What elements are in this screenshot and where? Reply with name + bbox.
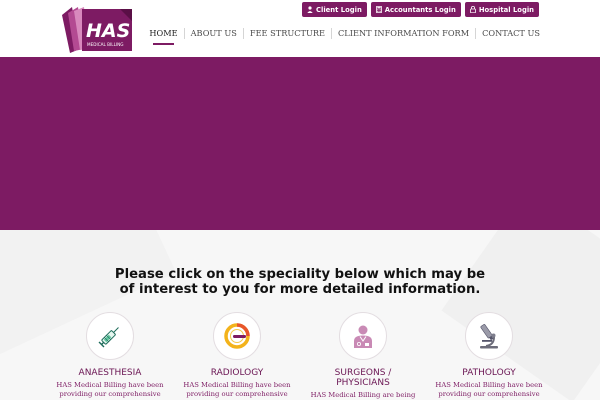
speciality-description-line: HAS Medical Billing are being [310,391,416,399]
speciality-description: HAS Medical Billing have been providing … [50,381,170,399]
client-login-label: Client Login [316,5,362,14]
calculator-icon [375,6,382,13]
speciality-radiology[interactable]: RADIOLOGY HAS Medical Billing have been … [177,312,297,399]
speciality-description: HAS Medical Billing have been providing … [429,381,549,399]
has-logo-graphic: HAS MEDICAL BILLING [62,7,132,53]
nav-fee-structure[interactable]: FEE STRUCTURE [244,28,333,39]
user-icon [307,6,313,13]
hospital-login-button[interactable]: Hospital Login [464,2,539,17]
hospital-login-label: Hospital Login [478,5,534,14]
speciality-description: HAS Medical Billing are being [303,391,423,400]
accountants-login-label: Accountants Login [384,5,456,14]
scanner-icon [224,323,250,349]
speciality-description-line: HAS Medical Billing have been [56,381,164,389]
headline-line-2: of interest to you for more detailed inf… [119,282,481,297]
has-logo[interactable]: HAS MEDICAL BILLING [60,5,135,53]
speciality-title-line: PHYSICIANS [336,378,390,388]
hero-banner [0,57,600,230]
lock-icon [470,6,476,13]
logo-text: HAS [86,20,130,42]
speciality-icon-circle [339,312,387,360]
nav-home[interactable]: HOME [149,28,185,45]
speciality-title: RADIOLOGY [177,368,297,378]
speciality-title: SURGEONS / PHYSICIANS [303,368,423,388]
speciality-title: ANAESTHESIA [50,368,170,378]
speciality-description: HAS Medical Billing have been providing … [177,381,297,399]
speciality-description-line: HAS Medical Billing have been [435,381,543,389]
speciality-description-line: providing our comprehensive [59,390,161,398]
speciality-pathology[interactable]: PATHOLOGY HAS Medical Billing have been … [429,312,549,399]
syringe-icon [98,327,119,348]
speciality-description-line: HAS Medical Billing have been [183,381,291,389]
speciality-icon-circle [86,312,134,360]
speciality-icon-circle [213,312,261,360]
microscope-icon [480,324,498,349]
doctor-icon [354,325,372,348]
nav-client-information-form[interactable]: CLIENT INFORMATION FORM [332,28,477,39]
nav-contact-us[interactable]: CONTACT US [476,28,540,39]
site-header: HAS MEDICAL BILLING Client Login Account… [0,0,600,57]
logo-subtext: MEDICAL BILLING [87,42,124,47]
main-nav: HOME ABOUT US FEE STRUCTURE CLIENT INFOR… [149,28,540,45]
headline-line-1: Please click on the speciality below whi… [114,267,486,282]
accountants-login-button[interactable]: Accountants Login [370,2,461,17]
page-headline: Please click on the speciality below whi… [0,267,600,297]
speciality-description-line: providing our comprehensive [186,390,288,398]
speciality-surgeons-physicians[interactable]: SURGEONS / PHYSICIANS HAS Medical Billin… [303,312,423,400]
speciality-title: PATHOLOGY [429,368,549,378]
speciality-title-line: ANAESTHESIA [78,368,142,378]
speciality-description-line: providing our comprehensive [438,390,540,398]
speciality-title-line: PATHOLOGY [462,368,516,378]
speciality-title-line: SURGEONS / [334,368,392,378]
speciality-title-line: RADIOLOGY [210,368,264,378]
speciality-icon-circle [465,312,513,360]
speciality-anaesthesia[interactable]: ANAESTHESIA HAS Medical Billing have bee… [50,312,170,399]
nav-about-us[interactable]: ABOUT US [185,28,244,39]
login-bar: Client Login Accountants Login Hospital … [302,2,539,17]
client-login-button[interactable]: Client Login [302,2,367,17]
